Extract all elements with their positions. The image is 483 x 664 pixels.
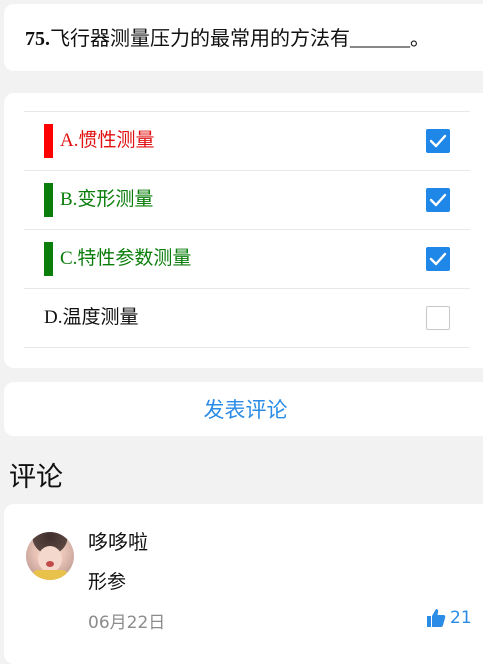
option-b-checkbox[interactable] [426,188,450,212]
option-d[interactable]: D.温度测量 [24,288,470,348]
option-d-label: D.温度测量 [44,307,139,328]
checkmark-icon [429,134,447,148]
question-stem: 飞行器测量压力的最常用的方法有______。 [50,28,430,50]
option-b-marker [44,183,53,217]
option-d-checkbox[interactable] [426,306,450,330]
thumbs-up-icon [427,609,446,627]
like-button[interactable]: 21 [426,608,472,628]
option-c-checkbox[interactable] [426,247,450,271]
option-a-marker [44,124,53,158]
option-c-marker [44,242,53,276]
post-comment-button[interactable]: 发表评论 [4,382,483,436]
options-card: A.惯性测量 B.变形测量 C.特性参数测量 D.温度测量 [4,93,483,368]
option-b-label: B.变形测量 [60,189,154,210]
option-c-label: C.特性参数测量 [60,248,192,269]
avatar[interactable] [26,532,74,580]
like-count: 21 [450,608,472,628]
comment-item: 哆哆啦 形参 06月22日 21 [4,504,483,664]
question-number: 75. [25,28,50,50]
option-a-checkbox[interactable] [426,129,450,153]
option-c[interactable]: C.特性参数测量 [24,229,470,288]
option-a[interactable]: A.惯性测量 [24,111,470,170]
comment-date: 06月22日 [88,613,166,633]
comments-section-title: 评论 [9,462,63,493]
question-card: 75.飞行器测量压力的最常用的方法有______。 [4,4,483,71]
checkmark-icon [429,252,447,266]
comment-body: 形参 [88,571,127,593]
question-text: 75.飞行器测量压力的最常用的方法有______。 [25,26,430,52]
comment-button-card: 发表评论 [4,382,483,436]
option-b[interactable]: B.变形测量 [24,170,470,229]
checkmark-icon [429,193,447,207]
option-a-label: A.惯性测量 [60,130,155,151]
comment-username[interactable]: 哆哆啦 [88,526,148,555]
